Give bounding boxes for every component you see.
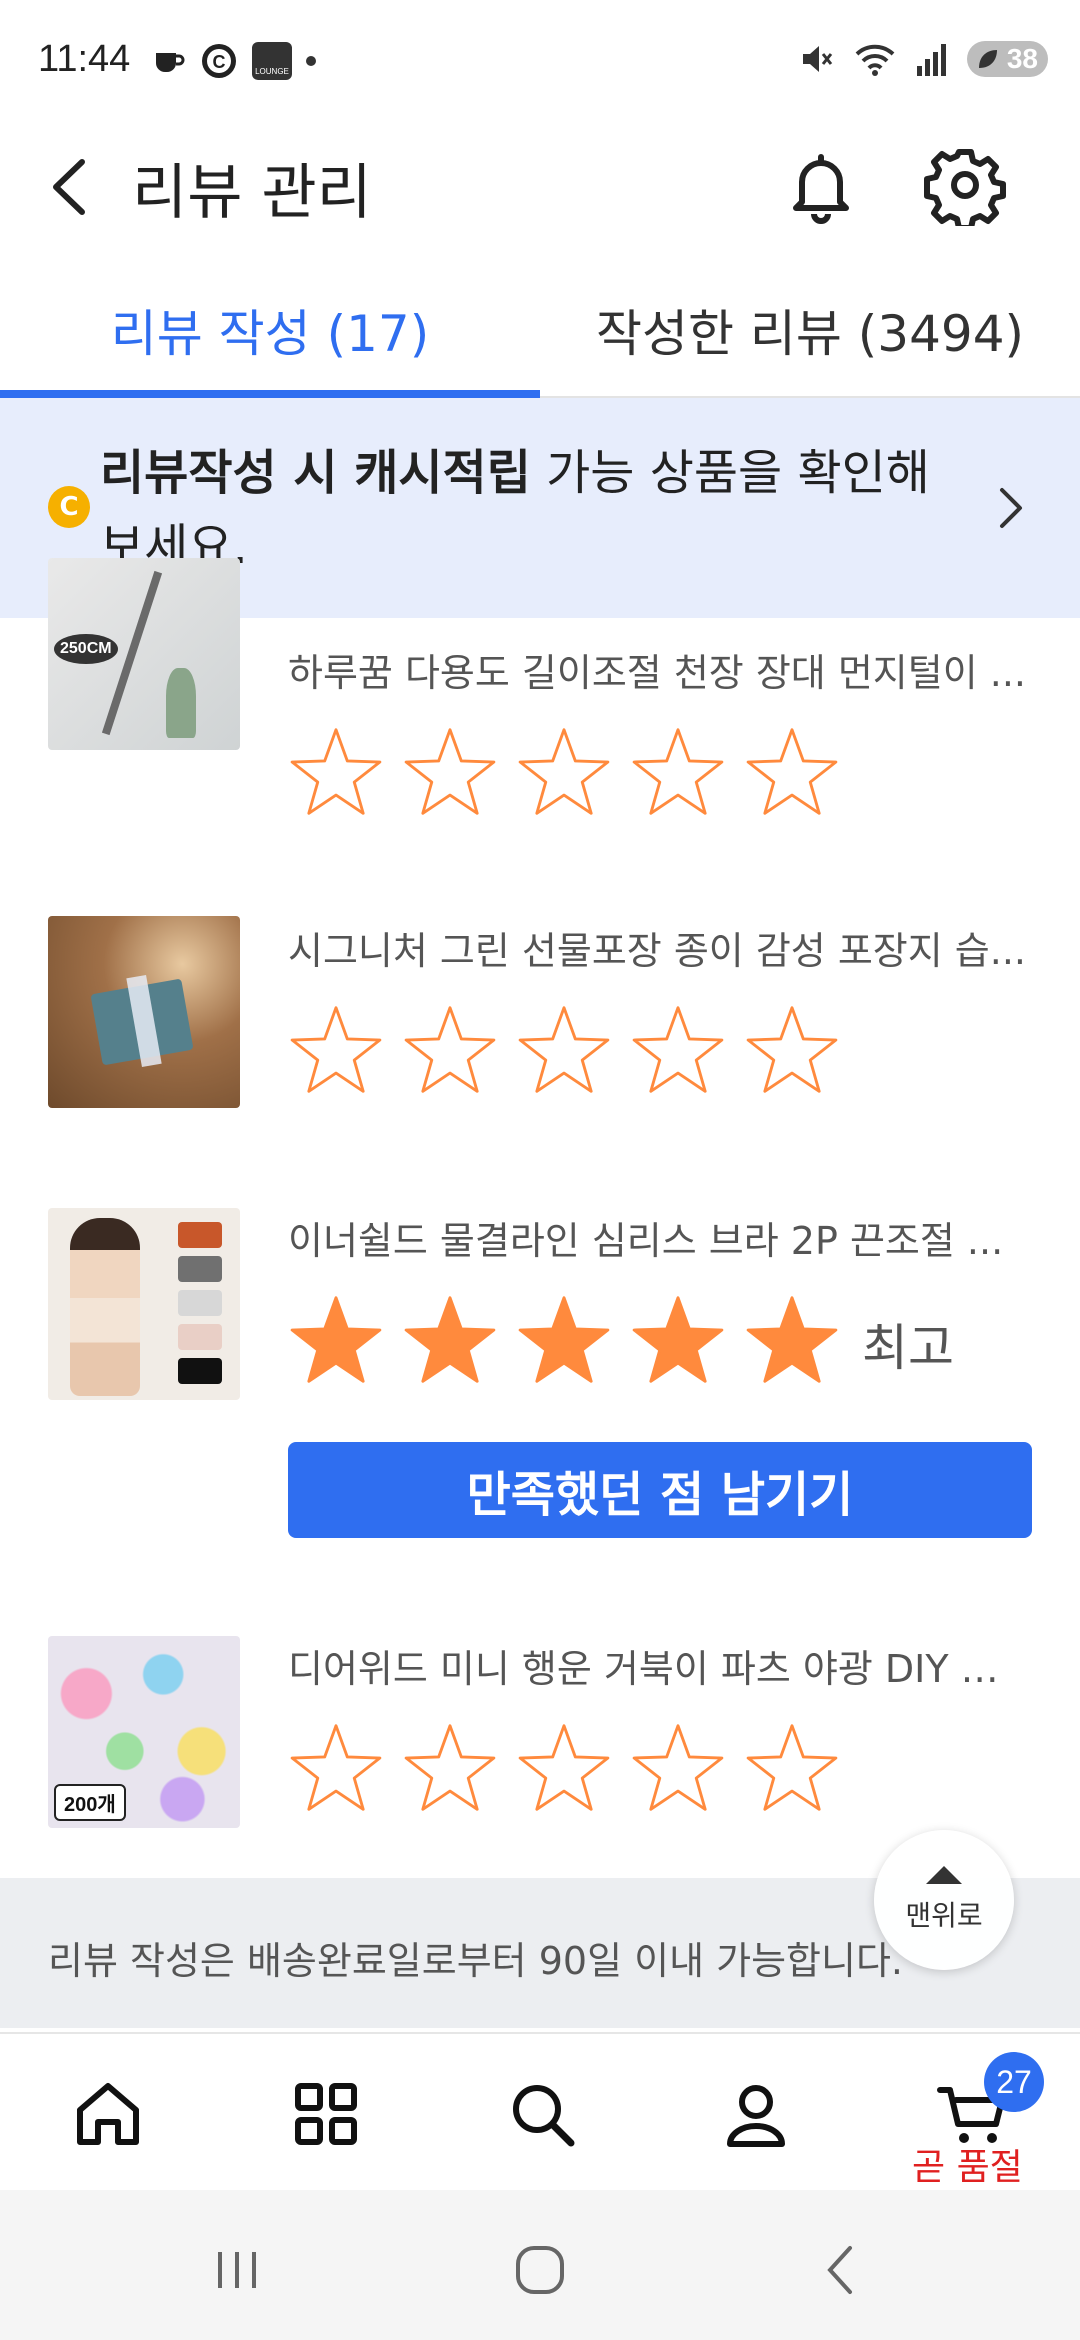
cash-coin-icon: C [48,486,90,528]
nav-search[interactable] [502,2074,582,2154]
status-notification-icons: C LOUNGE [150,42,316,80]
star-rating[interactable] [286,724,842,820]
search-icon [513,2085,575,2147]
swatch-light [178,1290,222,1316]
battery-indicator: 38 [966,41,1048,77]
arrow-up-icon [926,1866,962,1884]
settings-button[interactable] [924,144,1006,231]
product-thumbnail[interactable]: 250CM [48,558,240,750]
recent-apps-button[interactable] [212,2240,262,2300]
swatch-black [178,1358,222,1384]
app-bar: 리뷰 관리 [0,130,1080,240]
leaf-icon [978,50,997,68]
svg-text:C: C [213,52,226,72]
back-system-button[interactable] [820,2240,860,2300]
status-system-icons: 38 [797,40,1048,78]
nav-category[interactable] [286,2074,366,2154]
star-icon[interactable] [628,1002,728,1098]
bell-icon [793,154,849,224]
star-rating[interactable] [286,1720,842,1816]
wifi-icon [855,44,895,76]
thumb-badge: 250CM [54,634,118,664]
star-icon[interactable] [628,1720,728,1816]
swatch-orange [178,1222,222,1248]
swatch-pink [178,1324,222,1350]
signal-icon [916,44,946,76]
notification-button[interactable] [780,144,862,226]
active-tab-indicator [0,390,540,398]
nav-mypage[interactable] [716,2074,796,2154]
scroll-top-label: 맨위로 [905,1899,983,1932]
system-navigation-bar [0,2190,1080,2340]
back-arrow-icon [827,2246,852,2294]
page-title: 리뷰 관리 [132,158,372,228]
status-bar: 11:44 C LOUNGE 38 [0,0,1080,130]
recent-apps-icon [218,2252,256,2288]
product-thumbnail[interactable] [48,916,240,1108]
star-icon[interactable] [286,1720,386,1816]
category-icon [295,2083,357,2145]
star-icon[interactable] [286,1292,386,1388]
star-icon[interactable] [514,724,614,820]
list-item: 이너쉴드 물결라인 심리스 브라 2P 끈조절 ... 최고 만족했던 점 남기… [0,1158,1080,1589]
mute-icon [802,46,833,72]
notice-text: 리뷰 작성은 배송완료일로부터 90일 이내 가능합니다. [48,1939,903,1983]
thumb-badge: 200개 [54,1784,126,1821]
home-system-button[interactable] [510,2240,570,2300]
tab-write-review[interactable]: 리뷰 작성 (17) [0,270,540,396]
plant-image [166,668,196,738]
product-name[interactable]: 이너쉴드 물결라인 심리스 브라 2P 끈조절 ... [288,1210,1028,1265]
gear-icon [924,149,1006,231]
nav-home[interactable] [68,2074,148,2154]
star-icon[interactable] [286,724,386,820]
star-icon[interactable] [742,1720,842,1816]
star-icon[interactable] [400,1002,500,1098]
star-rating[interactable] [286,1292,842,1388]
list-item: 시그니처 그린 선물포장 종이 감성 포장지 습... [0,868,1080,1161]
star-icon[interactable] [514,1720,614,1816]
star-icon[interactable] [628,1292,728,1388]
product-name[interactable]: 시그니처 그린 선물포장 종이 감성 포장지 습... [288,920,1028,975]
tab-written-reviews[interactable]: 작성한 리뷰 (3494) [540,270,1080,396]
star-icon[interactable] [514,1002,614,1098]
product-thumbnail[interactable]: 200개 [48,1636,240,1828]
list-item: 250CM 하루꿈 다용도 길이조절 천장 장대 먼지털이 ... [0,558,1080,871]
star-icon[interactable] [400,1292,500,1388]
home-icon [77,2083,139,2145]
lounge-icon: LOUNGE [252,42,292,80]
star-icon[interactable] [742,1292,842,1388]
c-badge-icon: C [202,44,236,78]
lounge-label: LOUNGE [255,67,289,76]
cart-count-badge: 27 [984,2052,1044,2112]
star-icon[interactable] [400,1720,500,1816]
star-icon[interactable] [742,724,842,820]
product-name[interactable]: 하루꿈 다용도 길이조절 천장 장대 먼지털이 ... [288,642,1028,697]
model-image [70,1218,140,1396]
cart-soldout-label: 곧 품절 [912,2147,1023,2188]
scroll-top-button[interactable]: 맨위로 [874,1830,1014,1970]
battery-level: 38 [1006,43,1038,74]
star-rating[interactable] [286,1002,842,1098]
back-button[interactable] [42,152,102,222]
star-icon[interactable] [628,724,728,820]
user-icon [727,2085,785,2147]
rating-label: 최고 [862,1319,954,1377]
star-icon[interactable] [286,1002,386,1098]
status-time: 11:44 [38,38,131,80]
swatch-gray [178,1256,222,1282]
write-positive-review-button[interactable]: 만족했던 점 남기기 [288,1442,1032,1538]
review-tabs: 리뷰 작성 (17) 작성한 리뷰 (3494) [0,270,1080,398]
dot-icon [306,56,316,66]
coffee-icon [156,53,185,72]
chevron-right-icon [990,482,1030,534]
banner-bold-text: 리뷰작성 시 캐시적립 [100,445,531,501]
star-icon[interactable] [742,1002,842,1098]
home-circle-icon [516,2246,564,2294]
product-thumbnail[interactable] [48,1208,240,1400]
star-icon[interactable] [514,1292,614,1388]
product-name[interactable]: 디어위드 미니 행운 거북이 파츠 야광 DIY 레... [288,1638,1028,1693]
chevron-left-icon [53,159,85,215]
star-icon[interactable] [400,724,500,820]
